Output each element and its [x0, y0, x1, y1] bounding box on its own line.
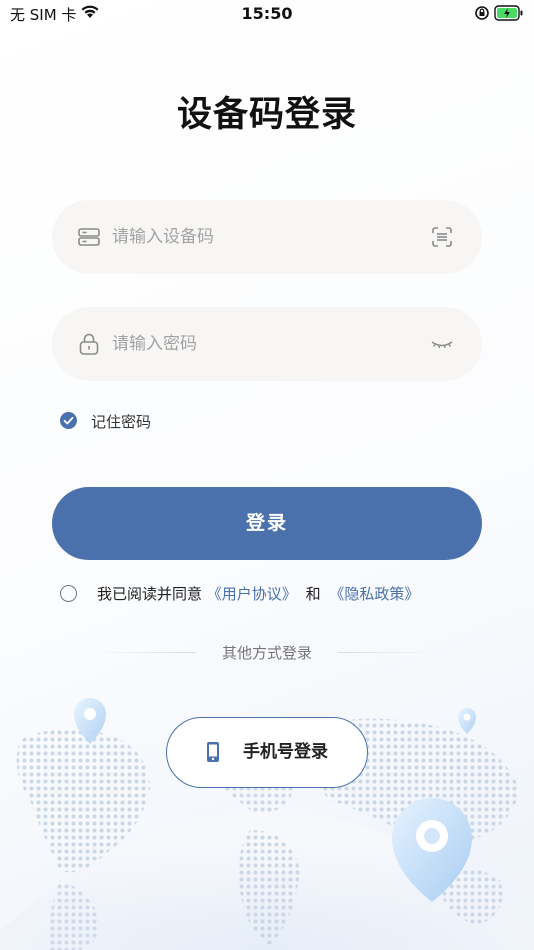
phone-icon: [207, 742, 219, 762]
user-agreement-link[interactable]: 《用户协议》: [207, 585, 297, 603]
device-code-input[interactable]: [112, 200, 412, 274]
phone-login-label: 手机号登录: [243, 742, 328, 762]
status-bar: 无 SIM 卡 15:50: [0, 0, 534, 30]
privacy-policy-link[interactable]: 《隐私政策》: [329, 585, 419, 603]
password-field: [52, 307, 482, 381]
page-title: 设备码登录: [176, 95, 357, 135]
eye-closed-icon[interactable]: [430, 332, 454, 356]
lock-icon: [79, 333, 99, 355]
device-code-field: [52, 200, 482, 274]
map-pin-right: [458, 708, 476, 734]
clock: 15:50: [241, 4, 293, 23]
login-button[interactable]: 登录: [52, 487, 482, 560]
scan-icon[interactable]: [430, 225, 454, 249]
remember-checkbox[interactable]: [60, 412, 77, 429]
remember-password-label: 记住密码: [91, 413, 152, 431]
agreement-prefix: 我已阅读并同意: [97, 585, 203, 603]
battery-icon: [494, 5, 523, 21]
phone-login-button[interactable]: 手机号登录: [166, 717, 368, 788]
other-login-label: 其他方式登录: [221, 644, 312, 662]
agreement-checkbox[interactable]: [60, 585, 77, 602]
check-icon: [63, 416, 74, 425]
agreement-and: 和: [305, 585, 321, 603]
rotation-lock-icon: [475, 6, 489, 20]
divider-right: [338, 652, 438, 653]
password-input[interactable]: [112, 307, 412, 381]
device-icon: [78, 228, 100, 246]
